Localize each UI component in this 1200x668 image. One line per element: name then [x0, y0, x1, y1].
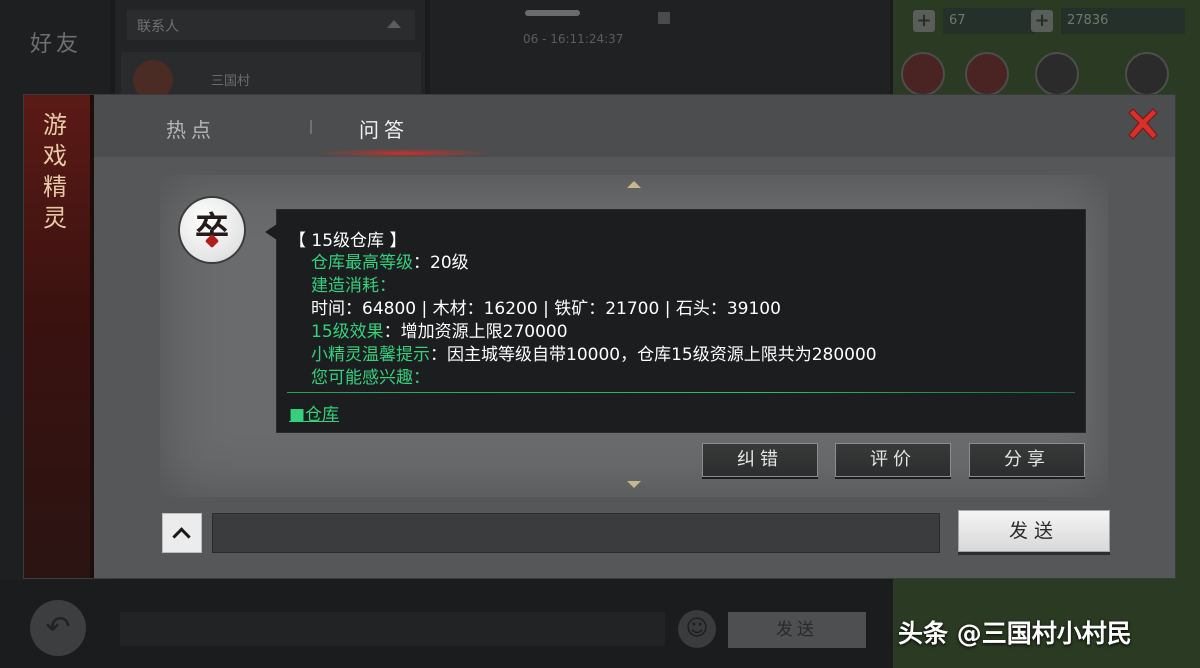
build-cost-label: 建造消耗： [311, 276, 396, 296]
emoji-icon: ☺ [678, 610, 716, 648]
sprite-sidebar-title: 游戏精灵 [43, 111, 67, 232]
close-icon[interactable] [1125, 107, 1161, 143]
scroll-down-icon[interactable] [627, 481, 641, 488]
question-input[interactable] [212, 513, 940, 553]
friends-title: 好友 [30, 32, 83, 57]
resource-gold: 27836 [1061, 8, 1185, 34]
sprite-sidebar: 游戏精灵 [24, 95, 94, 578]
map-button [965, 52, 1009, 96]
active-tab-indicator [320, 149, 490, 157]
tip-row: 小精灵温馨提示：因主城等级自带10000，仓库15级资源上限共为280000 [311, 340, 877, 365]
search-icon [1035, 52, 1079, 96]
avatar-glyph: 卒 [195, 210, 229, 250]
contacts-header-label: 联系人 [137, 19, 179, 35]
related-link-warehouse[interactable]: ■仓库 [289, 400, 339, 425]
rate-button[interactable]: 评价 [835, 443, 951, 477]
tab-divider [310, 120, 312, 134]
contact-item: 三国村 [121, 52, 421, 100]
dialog-tab-bar [94, 95, 1175, 157]
sprite-avatar: 卒 [180, 198, 244, 262]
background-chat-header: 06 - 16:11:24:37 [430, 0, 890, 95]
share-button[interactable]: 分享 [969, 443, 1085, 477]
max-level-label: 仓库最高等级 [311, 253, 413, 273]
tip-value: ：因主城等级自带10000，仓库15级资源上限共为280000 [430, 345, 877, 365]
send-button[interactable]: 发送 [958, 510, 1110, 552]
tab-hot[interactable]: 热点 [166, 114, 216, 143]
chevron-up-icon [387, 20, 401, 28]
chat-timestamp: 06 - 16:11:24:37 [523, 32, 624, 46]
contact-name: 三国村 [211, 74, 251, 89]
expand-toggle-button[interactable] [162, 513, 202, 553]
tab-qa[interactable]: 问答 [359, 114, 409, 143]
location-icon [1125, 52, 1169, 96]
contacts-header: 联系人 [127, 10, 415, 40]
game-sprite-dialog: 游戏精灵 热点 问答 卒 【 15级仓库 】 仓库最高等级：20级 建造消耗： … [24, 95, 1175, 578]
background-contacts-panel: 联系人 三国村 [115, 0, 425, 100]
add-resource-icon: + [1031, 10, 1053, 32]
source-watermark: 头条 @三国村小村民 [898, 619, 1132, 648]
add-resource-icon: + [913, 10, 935, 32]
answer-message-bubble: 【 15级仓库 】 仓库最高等级：20级 建造消耗： 时间：64800 | 木材… [265, 209, 1086, 433]
chat-indicator [658, 12, 670, 24]
chat-header-bar [525, 10, 580, 16]
contact-avatar [133, 60, 173, 100]
background-chat-input [120, 612, 665, 646]
tip-label: 小精灵温馨提示 [311, 345, 430, 365]
max-level-value: ：20级 [413, 253, 469, 273]
qa-content-panel: 卒 【 15级仓库 】 仓库最高等级：20级 建造消耗： 时间：64800 | … [160, 175, 1108, 497]
effect-value: ：增加资源上限270000 [383, 322, 568, 342]
back-icon: ↶ [30, 600, 86, 656]
interest-label: 您可能感兴趣： [311, 368, 430, 388]
report-error-button[interactable]: 纠错 [702, 443, 818, 477]
message-divider [287, 392, 1075, 393]
effect-label: 15级效果 [311, 322, 384, 342]
background-send-button: 发送 [728, 612, 866, 648]
max-level-row: 仓库最高等级：20级 [311, 248, 469, 273]
scroll-up-icon[interactable] [627, 181, 641, 188]
map-button [901, 52, 945, 96]
resource-stamina: 67 [943, 8, 1035, 34]
background-chat-footer: ↶ ☺ 发送 [0, 580, 893, 668]
effect-row: 15级效果：增加资源上限270000 [311, 317, 568, 342]
build-cost-values: 时间：64800 | 木材：16200 | 铁矿：21700 | 石头：3910… [311, 299, 781, 319]
